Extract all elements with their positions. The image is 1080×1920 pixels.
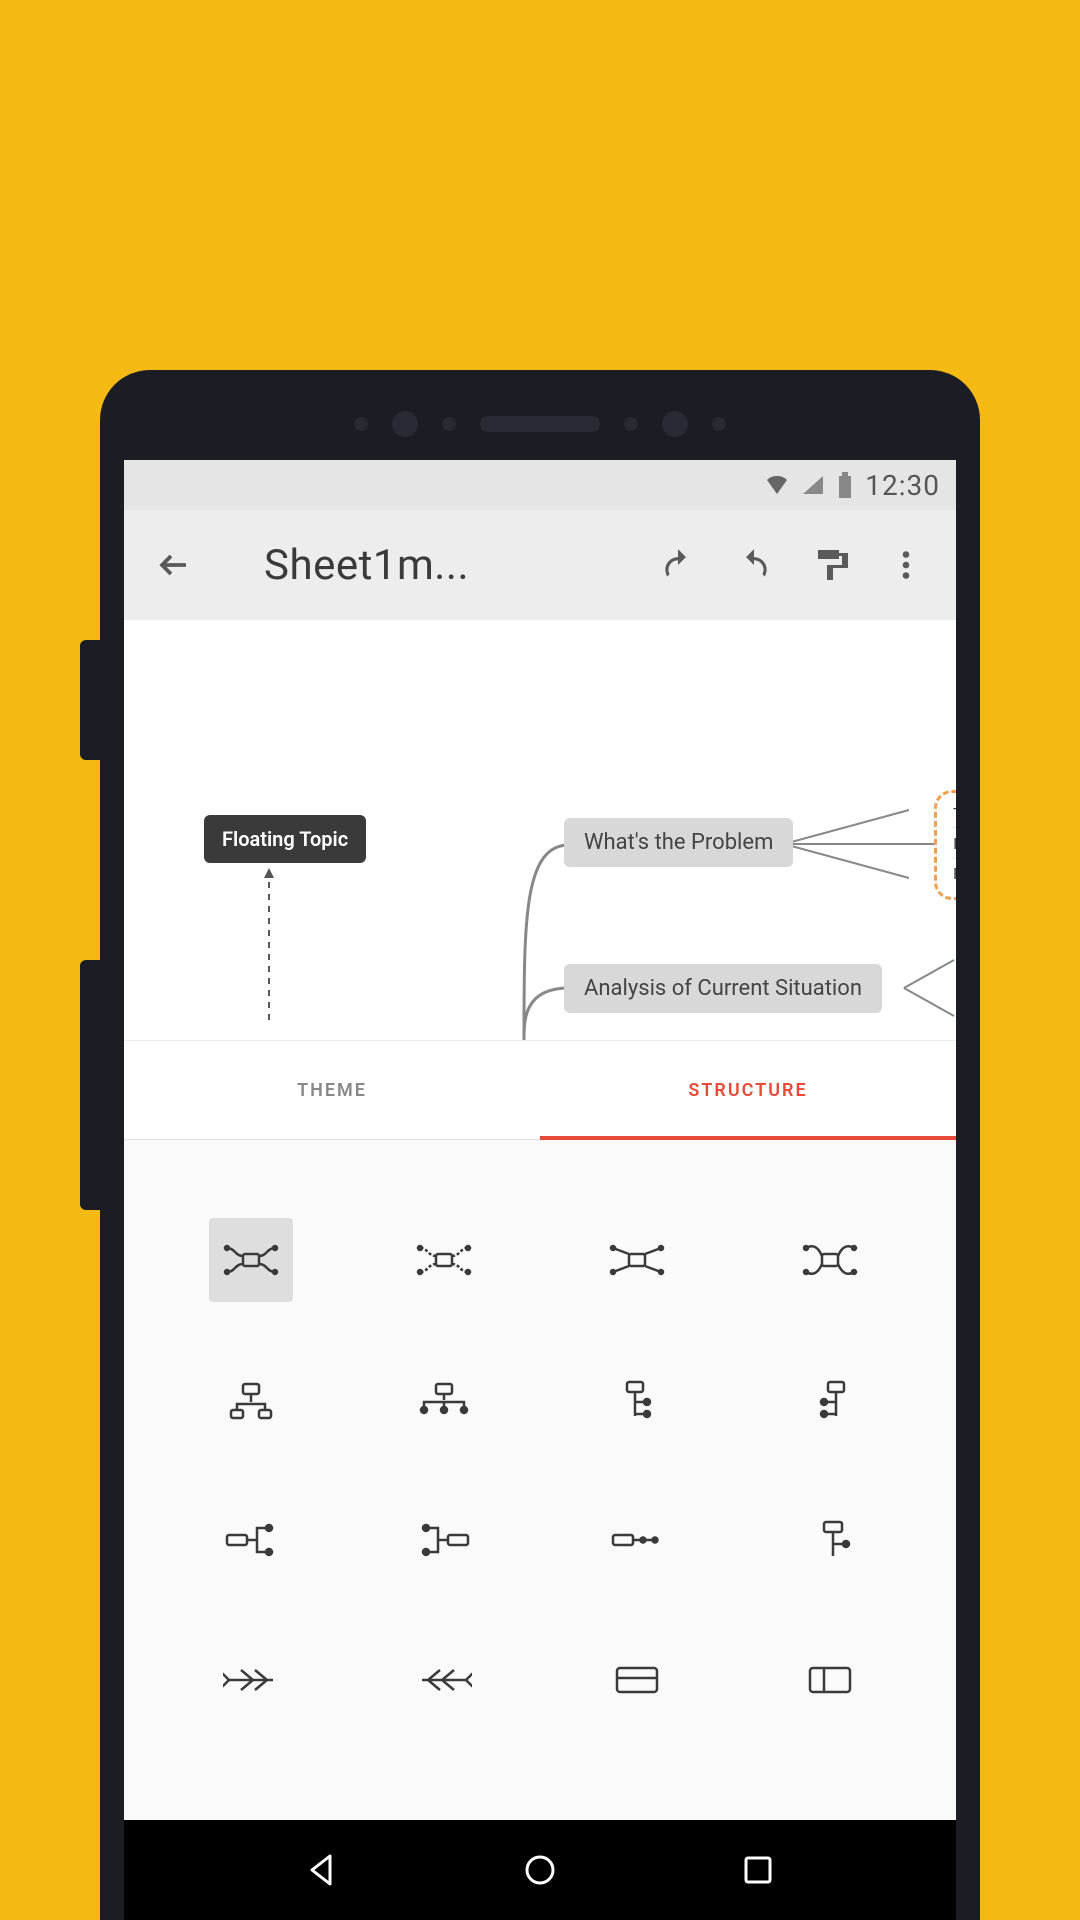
nav-recent-icon[interactable] <box>738 1850 778 1890</box>
structure-option-2[interactable] <box>347 1190 540 1330</box>
mindmap-canvas[interactable]: Floating Topic What's the Problem Analys… <box>124 620 956 1040</box>
signal-icon <box>801 474 825 496</box>
panel-tabs: THEME STRUCTURE <box>124 1040 956 1140</box>
structure-option-1[interactable] <box>154 1190 347 1330</box>
android-status-bar: 12:30 <box>124 460 956 510</box>
structure-grid <box>124 1140 956 1820</box>
structure-option-16[interactable] <box>733 1610 926 1750</box>
app-toolbar: Sheet1m... <box>124 510 956 620</box>
callout-item: Th <box>953 804 956 828</box>
battery-icon <box>837 472 853 498</box>
callout-item: Ide <box>953 834 956 858</box>
screen: 12:30 Sheet1m... <box>124 460 956 1920</box>
structure-option-12[interactable] <box>733 1470 926 1610</box>
mindmap-callout[interactable]: Th Ide Fin <box>934 790 956 900</box>
page-title: Sheet1m... <box>224 541 628 590</box>
android-nav-bar <box>124 1820 956 1920</box>
floating-topic-node[interactable]: Floating Topic <box>204 815 366 863</box>
structure-option-14[interactable] <box>347 1610 540 1750</box>
structure-option-7[interactable] <box>540 1330 733 1470</box>
redo-button[interactable] <box>728 539 780 591</box>
structure-option-10[interactable] <box>347 1470 540 1610</box>
structure-option-8[interactable] <box>733 1330 926 1470</box>
structure-option-6[interactable] <box>347 1330 540 1470</box>
clock-text: 12:30 <box>865 469 940 502</box>
phone-frame: 12:30 Sheet1m... <box>100 370 980 1920</box>
structure-option-4[interactable] <box>733 1190 926 1330</box>
phone-sensors <box>100 412 980 436</box>
mindmap-node-analysis[interactable]: Analysis of Current Situation <box>564 964 882 1013</box>
structure-option-9[interactable] <box>154 1470 347 1610</box>
undo-button[interactable] <box>652 539 704 591</box>
more-button[interactable] <box>880 539 932 591</box>
nav-back-icon[interactable] <box>302 1850 342 1890</box>
wifi-icon <box>765 474 789 496</box>
callout-item: Fin <box>953 864 956 887</box>
back-button[interactable] <box>148 539 200 591</box>
structure-option-11[interactable] <box>540 1470 733 1610</box>
tab-structure[interactable]: STRUCTURE <box>540 1041 956 1139</box>
format-button[interactable] <box>804 539 856 591</box>
structure-option-5[interactable] <box>154 1330 347 1470</box>
structure-option-15[interactable] <box>540 1610 733 1750</box>
mindmap-node-problem[interactable]: What's the Problem <box>564 818 793 867</box>
structure-option-13[interactable] <box>154 1610 347 1750</box>
tab-theme[interactable]: THEME <box>124 1041 540 1139</box>
nav-home-icon[interactable] <box>520 1850 560 1890</box>
structure-option-3[interactable] <box>540 1190 733 1330</box>
